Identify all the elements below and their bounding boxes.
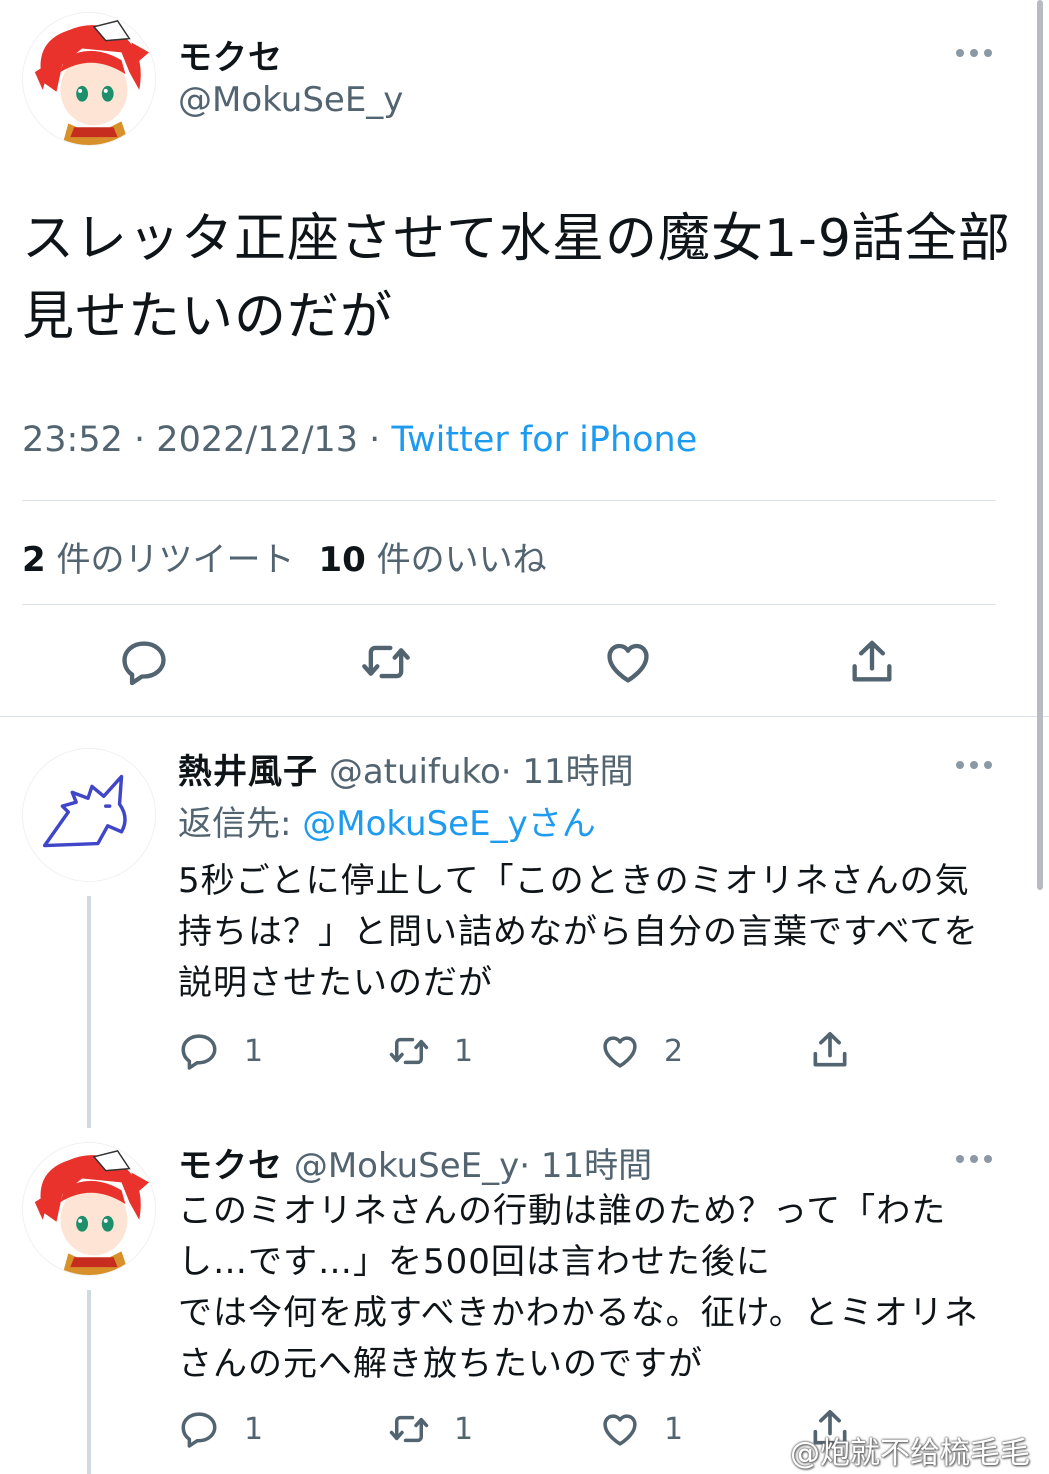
retweets-stat[interactable]: 2 件のリツイート bbox=[22, 540, 294, 580]
meta-separator: · bbox=[134, 420, 146, 460]
reply-text-line: このミオリネさんの行動は誰のため？って「わたし…です…」を500回は言わせた後に bbox=[178, 1191, 947, 1282]
anime-avatar-image bbox=[23, 13, 155, 145]
retweet-icon[interactable] bbox=[386, 1408, 432, 1450]
more-horizontal-icon[interactable] bbox=[954, 758, 994, 772]
divider bbox=[22, 500, 996, 501]
reply-count: 1 bbox=[244, 1034, 264, 1069]
divider bbox=[0, 716, 1049, 717]
scrollbar[interactable] bbox=[1037, 0, 1043, 890]
tweet-stats: 2 件のリツイート 10 件のいいね bbox=[22, 532, 547, 581]
reply-time[interactable]: · 11時間 bbox=[501, 752, 634, 792]
thread-line bbox=[87, 896, 91, 1128]
reply-author-handle[interactable]: @MokuSeE_y bbox=[294, 1146, 519, 1186]
reply-bubble-icon[interactable] bbox=[178, 1030, 220, 1072]
heart-icon[interactable] bbox=[598, 1030, 642, 1072]
reply-text: このミオリネさんの行動は誰のため？って「わたし…です…」を500回は言わせた後に… bbox=[178, 1186, 998, 1390]
reply-to-mention[interactable]: @MokuSeE_y bbox=[302, 804, 527, 844]
likes-label: 件のいいね bbox=[376, 540, 547, 580]
retweets-count: 2 bbox=[22, 540, 46, 580]
like-count: 1 bbox=[664, 1412, 684, 1447]
reply-text: 5秒ごとに停止して「このときのミオリネさんの気持ちは？」と問い詰めながら自分の言… bbox=[178, 861, 979, 1003]
anime-avatar-image bbox=[23, 1143, 155, 1275]
heart-icon[interactable] bbox=[602, 636, 654, 688]
meta-separator: · bbox=[369, 420, 381, 460]
likes-count: 10 bbox=[318, 540, 366, 580]
reply-text-line: では今何を成すべきかわかるな。征け。とミオリネさんの元へ解き放ちたいのですが bbox=[178, 1293, 979, 1384]
reply-header: 熱井風子 @atuifuko· 11時間 bbox=[178, 744, 634, 793]
share-upload-icon[interactable] bbox=[846, 636, 898, 688]
reply-to-suffix: さん bbox=[527, 804, 596, 844]
reply-to-prefix: 返信先: bbox=[178, 804, 303, 844]
avatar[interactable] bbox=[22, 12, 156, 146]
reply-time[interactable]: · 11時間 bbox=[519, 1146, 652, 1186]
unicorn-avatar-image bbox=[23, 749, 155, 881]
tweet-text: スレッタ正座させて水星の魔女1-9話全部見せたいのだが bbox=[22, 209, 1011, 347]
reply-count: 1 bbox=[244, 1412, 264, 1447]
avatar[interactable] bbox=[22, 1142, 156, 1276]
heart-icon[interactable] bbox=[598, 1408, 642, 1450]
retweets-label: 件のリツイート bbox=[56, 540, 295, 580]
tweet-time: 23:52 bbox=[22, 420, 123, 460]
reply-header: モクセ @MokuSeE_y· 11時間 bbox=[178, 1138, 652, 1187]
like-count: 2 bbox=[664, 1034, 684, 1069]
retweet-icon[interactable] bbox=[386, 1030, 432, 1072]
retweet-count: 1 bbox=[454, 1034, 474, 1069]
reply-author-handle[interactable]: @atuifuko bbox=[329, 752, 501, 792]
reply-bubble-icon[interactable] bbox=[118, 636, 170, 688]
author-handle[interactable]: @MokuSeE_y bbox=[178, 80, 403, 120]
author-name[interactable]: モクセ bbox=[178, 30, 283, 79]
divider bbox=[22, 604, 996, 605]
retweet-icon[interactable] bbox=[358, 636, 414, 688]
share-upload-icon[interactable] bbox=[808, 1028, 852, 1072]
retweet-count: 1 bbox=[454, 1412, 474, 1447]
more-horizontal-icon[interactable] bbox=[954, 46, 994, 60]
tweet-source-link[interactable]: Twitter for iPhone bbox=[391, 420, 697, 460]
avatar[interactable] bbox=[22, 748, 156, 882]
reply-to-line: 返信先: @MokuSeE_yさん bbox=[178, 796, 596, 845]
tweet-date[interactable]: 2022/12/13 bbox=[156, 420, 358, 460]
more-horizontal-icon[interactable] bbox=[954, 1152, 994, 1166]
likes-stat[interactable]: 10 件のいいね bbox=[318, 540, 546, 580]
reply-author-name[interactable]: 熱井風子 bbox=[178, 752, 318, 792]
reply-author-name[interactable]: モクセ bbox=[178, 1146, 283, 1186]
thread-line bbox=[87, 1290, 91, 1474]
weibo-watermark: @炮就不给梳毛毛 bbox=[790, 1436, 1030, 1471]
reply-bubble-icon[interactable] bbox=[178, 1408, 220, 1450]
tweet-meta: 23:52 · 2022/12/13 · Twitter for iPhone bbox=[22, 420, 697, 460]
